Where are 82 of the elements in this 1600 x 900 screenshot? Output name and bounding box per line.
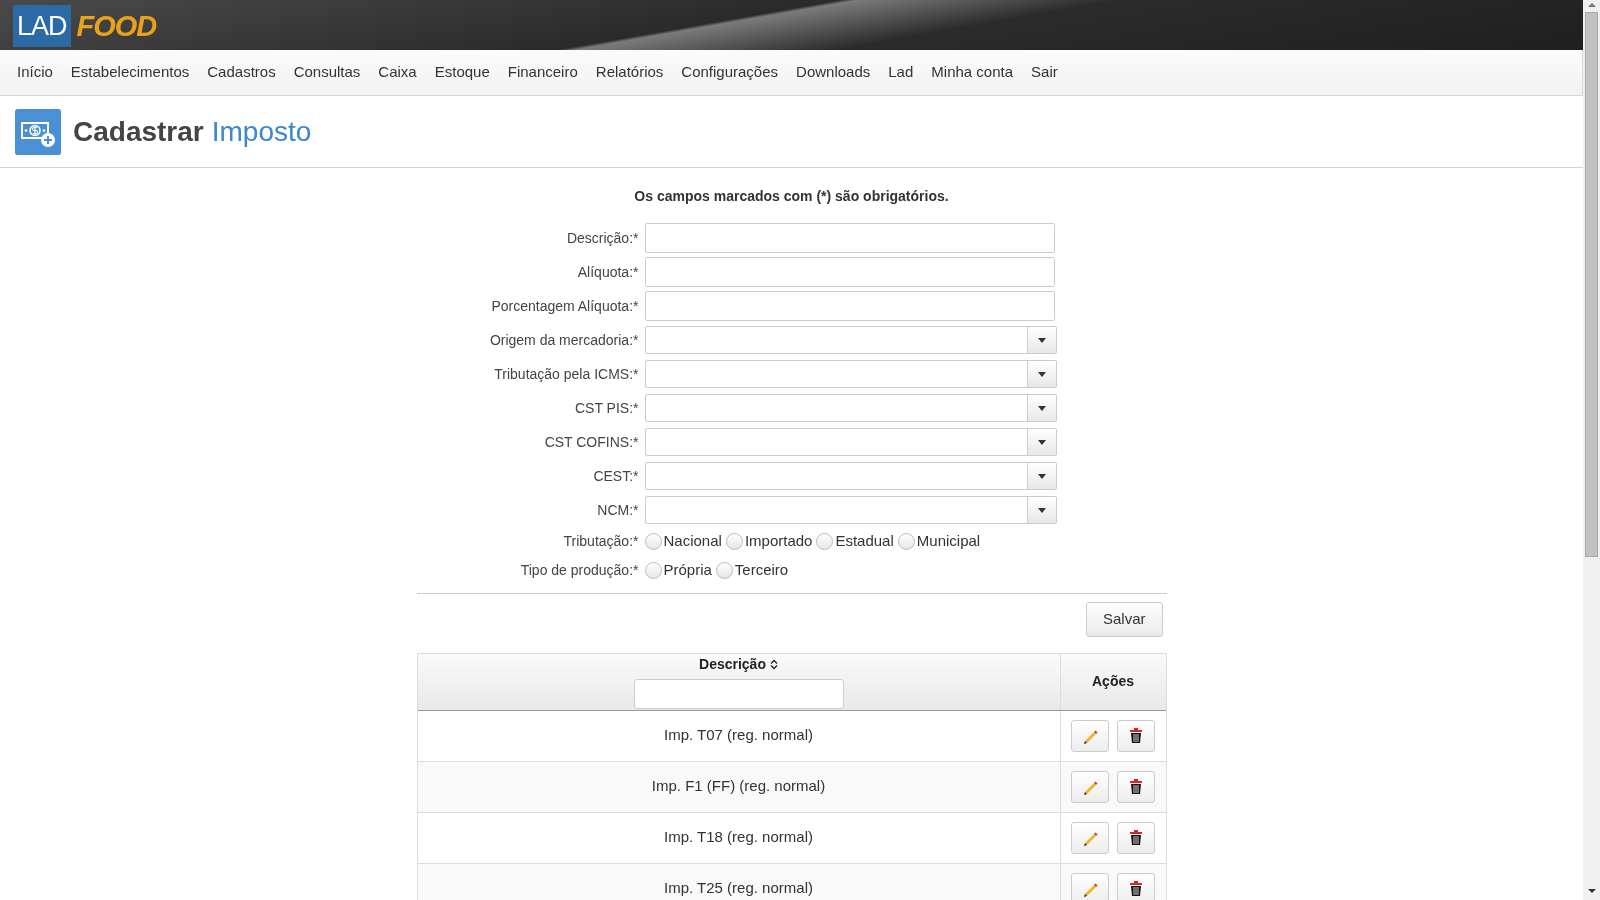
trash-icon xyxy=(1129,728,1143,743)
radio-label: Própria xyxy=(663,560,712,581)
field-label: Descrição:* xyxy=(565,228,640,248)
field-label: Origem da mercadoria:* xyxy=(488,330,640,350)
nav-link-item[interactable]: Relatórios xyxy=(586,61,673,84)
field-label: Alíquota:* xyxy=(576,262,640,282)
delete-button[interactable] xyxy=(1117,872,1155,900)
caret-icon xyxy=(1037,439,1046,445)
table-cell: Imp. T25 (reg. normal) xyxy=(664,879,813,897)
caret-icon xyxy=(1037,405,1046,411)
scroll-down-icon[interactable] xyxy=(1586,886,1597,896)
caret-icon xyxy=(1037,507,1046,513)
edit-button[interactable] xyxy=(1071,821,1109,854)
table-cell: Imp. F1 (FF) (reg. normal) xyxy=(651,777,826,795)
select-field[interactable] xyxy=(644,360,1057,388)
nav-link-item[interactable]: Sair xyxy=(1022,61,1067,84)
nav-link-item[interactable]: Downloads xyxy=(787,61,880,84)
radio-button[interactable] xyxy=(644,562,662,579)
nav-link-item[interactable]: Caixa xyxy=(369,61,426,84)
filter-input[interactable] xyxy=(633,679,844,709)
field-label: Tipo de produção:* xyxy=(519,561,640,580)
text-input[interactable] xyxy=(644,223,1055,253)
nav-link-item[interactable]: Financeiro xyxy=(498,61,587,84)
field-label: Tributação pela ICMS:* xyxy=(493,364,640,384)
delete-button[interactable] xyxy=(1117,821,1155,854)
page-subtitle: Imposto xyxy=(211,114,312,149)
edit-button[interactable] xyxy=(1071,872,1109,900)
edit-button[interactable] xyxy=(1071,770,1109,803)
logo-text: LAD xyxy=(13,5,71,47)
radio-button[interactable] xyxy=(897,533,915,550)
logo-text: FOOD xyxy=(76,9,157,44)
nav-link-item[interactable]: Lad xyxy=(879,61,923,84)
field-label: CST COFINS:* xyxy=(543,432,640,452)
field-label: Porcentagem Alíquota:* xyxy=(490,296,640,316)
trash-icon xyxy=(1129,881,1143,896)
table-cell: Imp. T07 (reg. normal) xyxy=(664,726,813,744)
nav-link-item[interactable]: Cadastros xyxy=(198,61,285,84)
nav-link-item[interactable]: Configurações xyxy=(672,61,788,84)
select-field[interactable] xyxy=(644,326,1057,354)
column-header: Ações xyxy=(1092,672,1134,691)
trash-icon xyxy=(1129,830,1143,845)
radio-button[interactable] xyxy=(725,533,743,550)
select-field[interactable] xyxy=(644,428,1057,456)
select-field[interactable] xyxy=(644,394,1057,422)
radio-label: Nacional xyxy=(663,531,722,552)
delete-button[interactable] xyxy=(1117,770,1155,803)
money-add-icon xyxy=(15,108,61,155)
select-field[interactable] xyxy=(644,496,1057,524)
required-note: Os campos marcados com (*) são obrigatórios. xyxy=(633,187,950,206)
radio-button[interactable] xyxy=(715,562,733,579)
nav-link-item[interactable]: Estabelecimentos xyxy=(61,61,199,84)
nav-link-item[interactable]: Consultas xyxy=(284,61,370,84)
field-label: CST PIS:* xyxy=(573,398,640,418)
text-input[interactable] xyxy=(644,257,1055,287)
scrollbar-thumb[interactable] xyxy=(1585,12,1598,557)
radio-label: Importado xyxy=(744,531,813,552)
caret-icon xyxy=(1037,473,1046,479)
radio-button[interactable] xyxy=(644,533,662,550)
text-input[interactable] xyxy=(644,291,1055,321)
field-label: Tributação:* xyxy=(562,532,640,551)
select-field[interactable] xyxy=(644,462,1057,490)
page-title: Cadastrar xyxy=(73,114,204,149)
trash-icon xyxy=(1129,779,1143,794)
radio-label: Estadual xyxy=(835,531,894,552)
sort-icon[interactable] xyxy=(769,659,778,670)
scrollbar[interactable] xyxy=(1583,0,1600,900)
radio-label: Terceiro xyxy=(734,560,789,581)
radio-label: Municipal xyxy=(916,531,981,552)
field-label: NCM:* xyxy=(596,500,640,520)
field-label: CEST:* xyxy=(592,466,640,486)
edit-button[interactable] xyxy=(1071,719,1109,752)
nav-link-item[interactable]: Início xyxy=(8,61,62,84)
delete-button[interactable] xyxy=(1117,719,1155,752)
nav-link-item[interactable]: Estoque xyxy=(425,61,499,84)
radio-button[interactable] xyxy=(816,533,834,550)
table-cell: Imp. T18 (reg. normal) xyxy=(664,828,813,846)
scroll-up-icon[interactable] xyxy=(1586,0,1597,10)
column-header[interactable]: Descrição xyxy=(699,654,766,675)
save-button[interactable]: Salvar xyxy=(1085,602,1163,637)
nav-link-item[interactable]: Minha conta xyxy=(922,61,1023,84)
caret-icon xyxy=(1037,337,1046,343)
caret-icon xyxy=(1037,371,1046,377)
